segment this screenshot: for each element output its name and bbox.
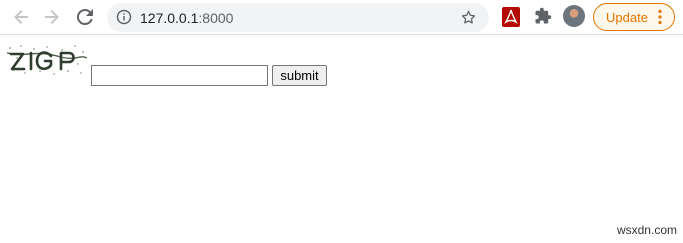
address-bar[interactable]: 127.0.0.1:8000 <box>107 3 489 32</box>
reload-icon[interactable] <box>73 5 97 29</box>
url-host: 127.0.0.1 <box>140 10 199 26</box>
puzzle-extensions-icon[interactable] <box>534 7 552 30</box>
update-button[interactable]: Update <box>593 3 675 31</box>
info-icon[interactable] <box>116 9 132 30</box>
submit-button[interactable]: submit <box>272 65 327 86</box>
url-text[interactable]: 127.0.0.1:8000 <box>140 10 233 26</box>
captcha-answer-input[interactable] <box>91 65 268 86</box>
forward-icon[interactable] <box>40 5 64 29</box>
more-vert-icon[interactable] <box>658 9 662 28</box>
url-port: :8000 <box>198 10 234 26</box>
update-label: Update <box>606 10 648 25</box>
profile-avatar[interactable] <box>563 5 585 27</box>
pdf-extension-icon[interactable] <box>502 7 520 32</box>
captcha-image <box>6 44 88 76</box>
watermark-text: wsxdn.com <box>616 223 677 237</box>
browser-toolbar: 127.0.0.1:8000 Update <box>0 0 683 35</box>
back-icon[interactable] <box>9 5 33 29</box>
star-icon[interactable] <box>460 9 477 31</box>
